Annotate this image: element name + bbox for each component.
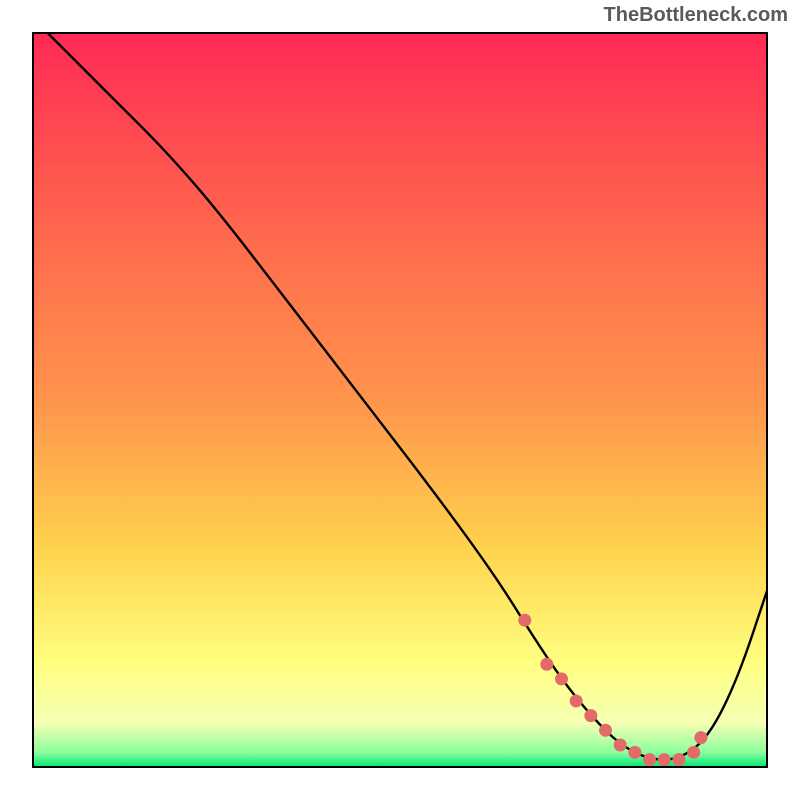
highlight-marker	[628, 746, 641, 759]
plot-background	[33, 33, 767, 767]
highlight-marker	[614, 738, 627, 751]
highlight-marker	[555, 672, 568, 685]
highlight-marker	[584, 709, 597, 722]
highlight-marker	[540, 658, 553, 671]
highlight-marker	[643, 753, 656, 766]
highlight-marker	[599, 724, 612, 737]
chart-stage: TheBottleneck.com	[0, 0, 800, 800]
highlight-marker	[694, 731, 707, 744]
highlight-marker	[672, 753, 685, 766]
highlight-marker	[658, 753, 671, 766]
highlight-marker	[518, 614, 531, 627]
highlight-marker	[570, 694, 583, 707]
bottleneck-chart	[0, 0, 800, 800]
highlight-marker	[687, 746, 700, 759]
watermark-text: TheBottleneck.com	[604, 4, 788, 27]
